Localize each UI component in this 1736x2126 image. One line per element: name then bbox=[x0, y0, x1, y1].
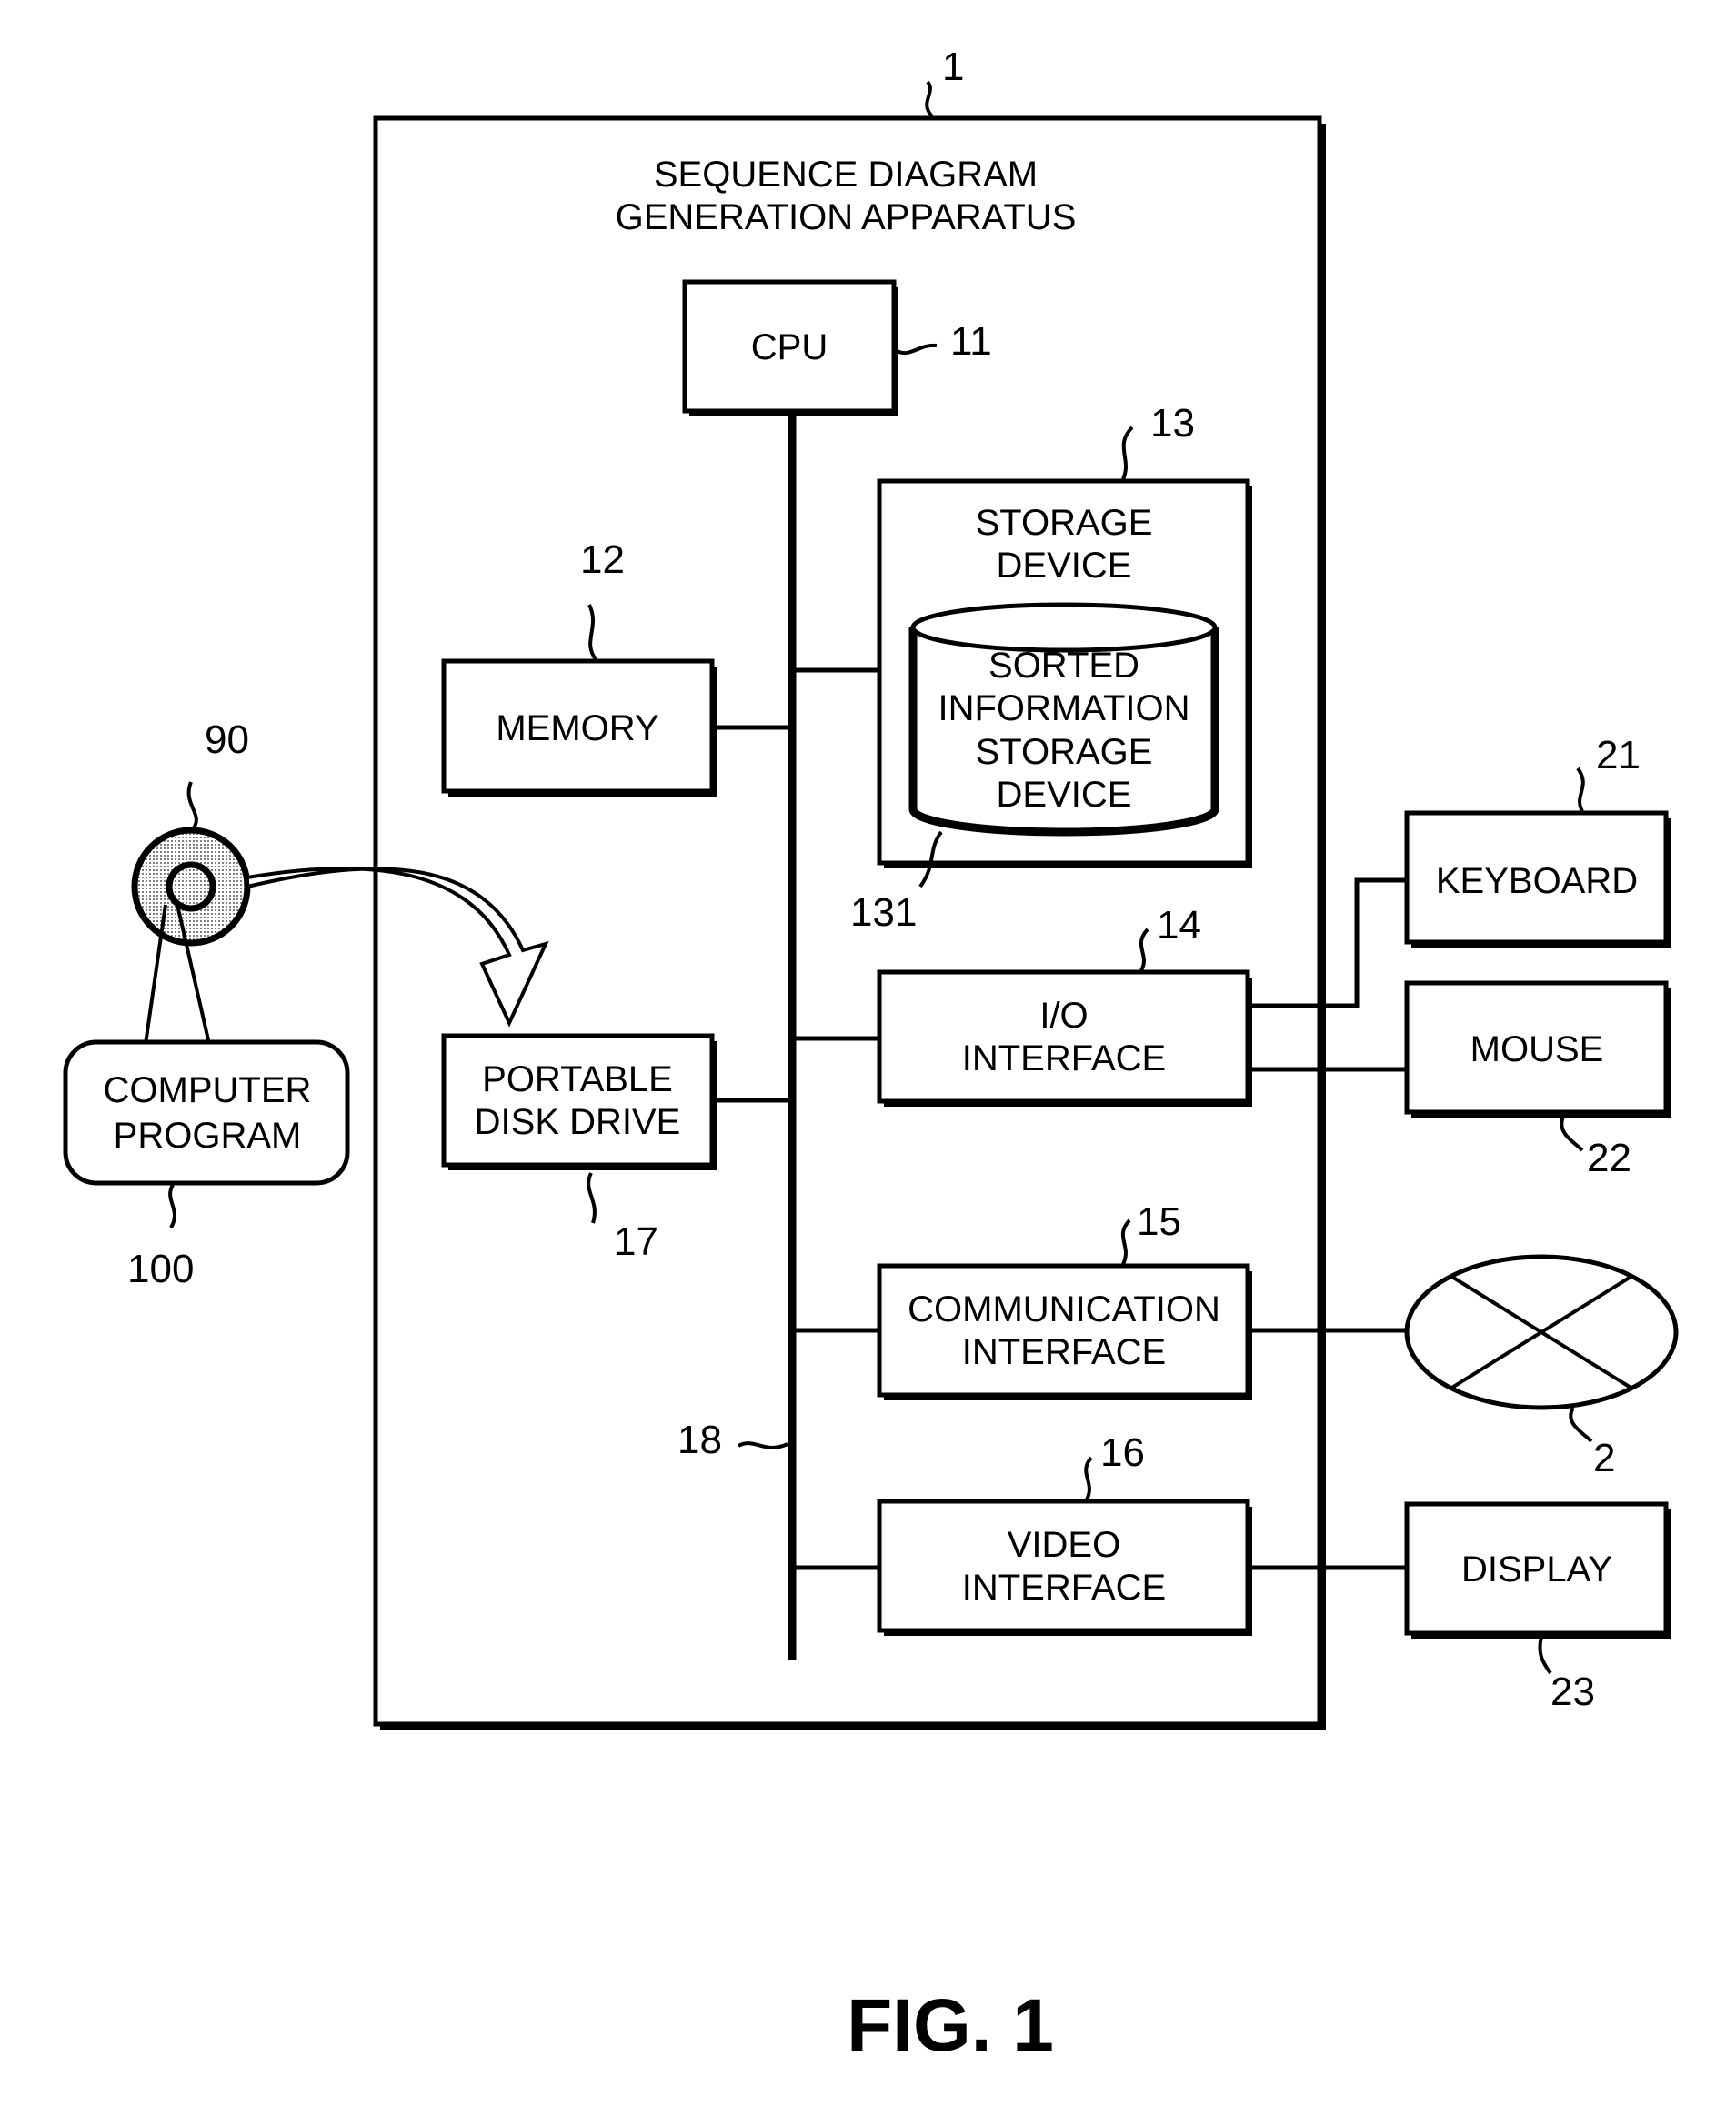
ref-mouse: 22 bbox=[1587, 1136, 1631, 1180]
drive-label-line-1: PORTABLE bbox=[482, 1059, 673, 1099]
hardware-block-diagram: SEQUENCE DIAGRAM GENERATION APPARATUS 1 … bbox=[63, 45, 1679, 2067]
computer-program-callout: COMPUTER PROGRAM 100 bbox=[63, 904, 350, 1291]
display-label: DISPLAY bbox=[1461, 1549, 1612, 1589]
storage-label-line-2: DEVICE bbox=[997, 546, 1132, 586]
cpu-label: CPU bbox=[751, 327, 828, 367]
io-label-line-1: I/O bbox=[1039, 996, 1088, 1036]
ref-bus: 18 bbox=[677, 1418, 722, 1462]
ref-drive: 17 bbox=[614, 1219, 658, 1264]
ref-program: 100 bbox=[127, 1247, 194, 1291]
ref-network: 2 bbox=[1593, 1436, 1615, 1480]
apparatus-title-line-1: SEQUENCE DIAGRAM bbox=[654, 155, 1038, 195]
db-label-line-4: DEVICE bbox=[997, 775, 1132, 815]
program-label-line-1: COMPUTER bbox=[104, 1070, 312, 1110]
ref-disk: 90 bbox=[205, 717, 249, 762]
portable-disk-icon: 90 bbox=[131, 717, 251, 947]
apparatus-title-line-2: GENERATION APPARATUS bbox=[616, 197, 1077, 237]
ref-keyboard: 21 bbox=[1596, 733, 1641, 777]
figure-label: FIG. 1 bbox=[847, 1984, 1054, 2067]
ref-cpu: 11 bbox=[950, 319, 992, 364]
program-label-line-2: PROGRAM bbox=[114, 1116, 302, 1156]
ref-memory: 12 bbox=[580, 537, 625, 582]
video-label-line-2: INTERFACE bbox=[962, 1568, 1166, 1608]
ref-apparatus: 1 bbox=[942, 45, 964, 89]
io-label-line-2: INTERFACE bbox=[962, 1038, 1166, 1078]
ref-comm: 15 bbox=[1137, 1199, 1181, 1244]
video-label-line-1: VIDEO bbox=[1008, 1525, 1120, 1565]
mouse-label: MOUSE bbox=[1470, 1029, 1604, 1069]
keyboard-label: KEYBOARD bbox=[1436, 861, 1638, 901]
memory-label: MEMORY bbox=[496, 708, 658, 748]
drive-label-line-2: DISK DRIVE bbox=[475, 1102, 681, 1142]
ref-storage: 13 bbox=[1150, 401, 1195, 446]
db-label-line-3: STORAGE bbox=[976, 732, 1153, 772]
ref-display: 23 bbox=[1550, 1670, 1595, 1714]
comm-label-line-2: INTERFACE bbox=[962, 1332, 1166, 1372]
db-label-line-1: SORTED bbox=[988, 646, 1139, 686]
comm-label-line-1: COMMUNICATION bbox=[908, 1289, 1220, 1329]
ref-video: 16 bbox=[1100, 1430, 1145, 1475]
storage-label-line-1: STORAGE bbox=[976, 503, 1153, 543]
db-label-line-2: INFORMATION bbox=[938, 688, 1189, 728]
ref-sorted-db: 131 bbox=[850, 890, 917, 935]
ref-io: 14 bbox=[1157, 903, 1201, 948]
